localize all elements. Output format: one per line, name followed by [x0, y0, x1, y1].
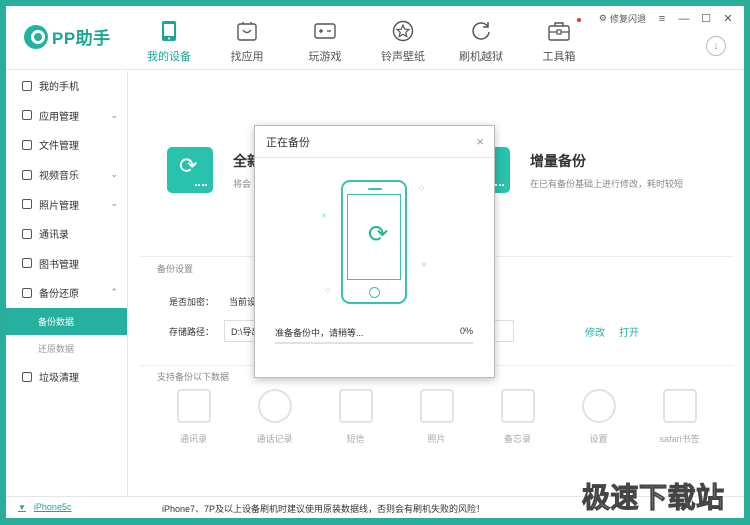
sparkle-icon: ✕	[321, 213, 327, 220]
app-window: PP助手 我的设备 找应用 玩游戏 铃声壁纸 刷机越狱 工具箱 ⚙ 修复闪退 ≡…	[6, 6, 744, 518]
sync-icon: ⟳	[368, 221, 389, 248]
phone-speaker	[368, 188, 382, 190]
sparkle-icon: ◇	[419, 185, 425, 192]
progress-info: 准备备份中，请稍等... 0%	[275, 326, 473, 339]
phone-illustration-icon: ⟳	[341, 180, 407, 304]
progress-status-text: 准备备份中，请稍等...	[275, 328, 364, 338]
sparkle-icon: ✕	[421, 262, 427, 269]
watermark-text: 极速下载站	[582, 482, 725, 514]
phone-home-button	[369, 287, 380, 298]
modal-overlay: 正在备份 × ✕ ◇ ✕ ◇ ⟳ 准备备份中，请稍等... 0%	[6, 6, 744, 518]
progress-percent: 0%	[459, 326, 473, 336]
backup-progress-dialog: 正在备份 × ✕ ◇ ✕ ◇ ⟳ 准备备份中，请稍等... 0%	[254, 125, 495, 378]
phone-screen: ⟳	[347, 194, 401, 280]
dialog-close-button[interactable]: ×	[476, 134, 484, 149]
progress-bar	[275, 342, 473, 344]
sparkle-icon: ◇	[325, 287, 331, 294]
dialog-title: 正在备份	[255, 126, 494, 158]
